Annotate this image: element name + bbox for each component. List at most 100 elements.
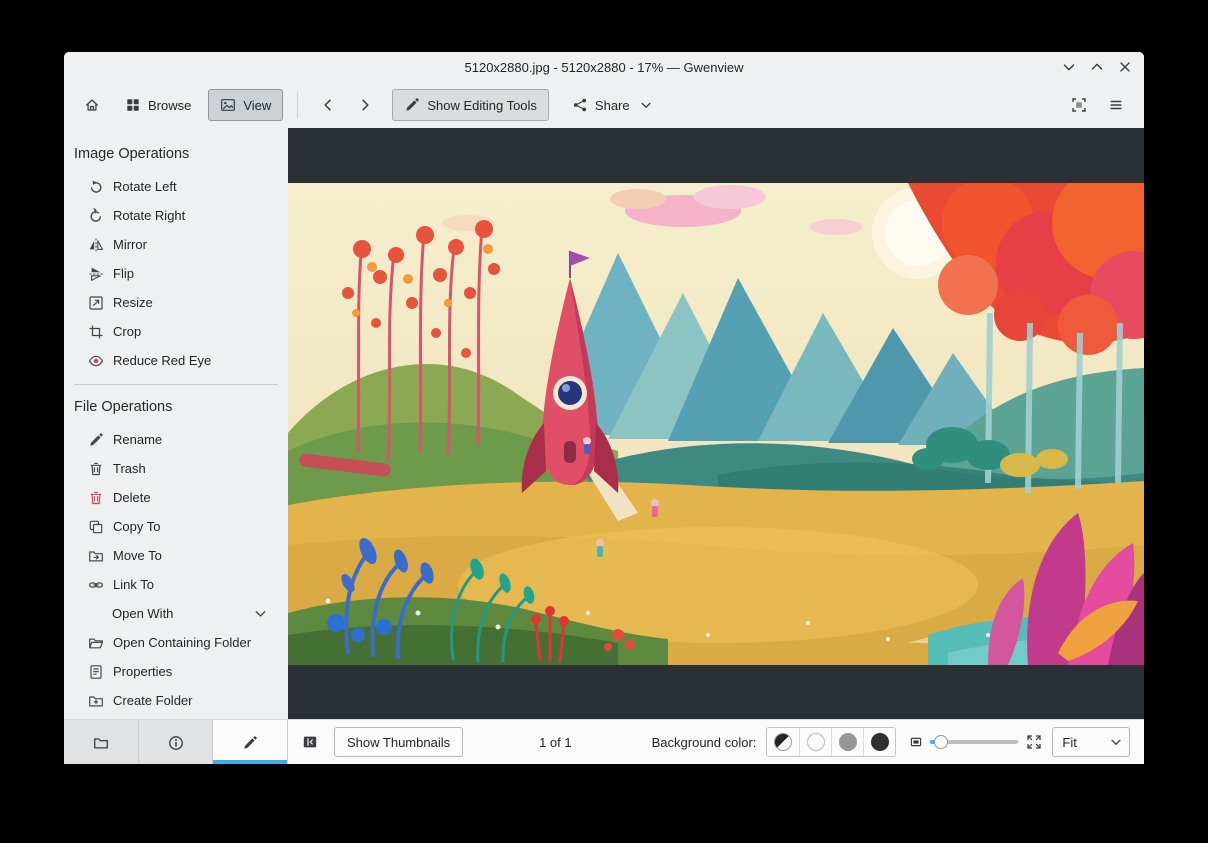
browse-label: Browse bbox=[148, 97, 192, 113]
window-controls bbox=[1060, 52, 1134, 82]
chevron-down-icon bbox=[639, 98, 653, 112]
desktop: 5120x2880.jpg - 5120x2880 - 17% — Gwenvi… bbox=[0, 0, 1208, 843]
pencil-icon bbox=[242, 734, 258, 750]
window-title: 5120x2880.jpg - 5120x2880 - 17% — Gwenvi… bbox=[464, 59, 744, 75]
mirror-icon bbox=[88, 237, 104, 253]
zoom-out-icon[interactable] bbox=[908, 734, 924, 750]
tab-operations[interactable] bbox=[213, 720, 289, 764]
maximize-button[interactable] bbox=[1088, 58, 1106, 76]
show-thumbnails-button[interactable]: Show Thumbnails bbox=[334, 727, 464, 757]
bg-color-gray-swatch bbox=[838, 733, 857, 751]
zoom-mode-value: Fit bbox=[1062, 734, 1077, 750]
info-icon bbox=[168, 734, 184, 750]
sidebar-item-create-folder[interactable]: Create Folder bbox=[64, 686, 288, 715]
show-editing-tools-button[interactable]: Show Editing Tools bbox=[392, 89, 549, 121]
sidebar-item-rotate-right[interactable]: Rotate Right bbox=[64, 201, 288, 230]
bg-color-dark-swatch bbox=[870, 733, 889, 751]
sidebar-item-trash[interactable]: Trash bbox=[64, 454, 288, 483]
view-label: View bbox=[243, 97, 272, 113]
sidebar-tabs bbox=[64, 720, 289, 764]
bg-color-dark-button[interactable] bbox=[863, 728, 895, 756]
chevron-left-icon bbox=[320, 97, 336, 113]
browse-button[interactable]: Browse bbox=[113, 89, 203, 121]
sidebar-item-rotate-left[interactable]: Rotate Left bbox=[64, 172, 288, 201]
sidebar-item-copy-to[interactable]: Copy To bbox=[64, 512, 288, 541]
folder-new-icon bbox=[88, 693, 104, 709]
red-eye-icon bbox=[88, 353, 104, 369]
main-toolbar: Browse View Show Editing Tools Share bbox=[64, 82, 1144, 128]
back-button[interactable] bbox=[312, 89, 344, 121]
page-indicator: 1 of 1 bbox=[539, 734, 572, 750]
folder-open-icon bbox=[88, 635, 104, 651]
minimize-button[interactable] bbox=[1060, 58, 1078, 76]
bg-color-light-swatch bbox=[806, 733, 825, 751]
sidebar-item-delete[interactable]: Delete bbox=[64, 483, 288, 512]
sidebar-item-crop[interactable]: Crop bbox=[64, 317, 288, 346]
move-icon bbox=[88, 548, 104, 564]
rotate-right-icon bbox=[88, 206, 104, 224]
bg-color-auto-swatch bbox=[774, 733, 793, 751]
bottom-bar: Show Thumbnails 1 of 1 Background color: bbox=[64, 719, 1144, 764]
statusbar: Show Thumbnails 1 of 1 Background color: bbox=[288, 720, 1144, 764]
tab-information[interactable] bbox=[138, 720, 214, 764]
gwenview-window: 5120x2880.jpg - 5120x2880 - 17% — Gwenvi… bbox=[64, 52, 1144, 764]
toggle-sidebar-button[interactable] bbox=[296, 728, 324, 756]
share-button[interactable]: Share bbox=[560, 89, 665, 121]
chevron-up-icon bbox=[1089, 59, 1105, 75]
zoom-slider-handle[interactable] bbox=[934, 735, 949, 749]
image-icon bbox=[220, 97, 236, 113]
properties-icon bbox=[88, 664, 104, 680]
file-operations-heading: File Operations bbox=[74, 399, 173, 415]
sidebar-item-resize[interactable]: Resize bbox=[64, 288, 288, 317]
trash-icon bbox=[88, 461, 104, 477]
bg-color-light-button[interactable] bbox=[799, 728, 831, 756]
sidebar-item-move-to[interactable]: Move To bbox=[64, 541, 288, 570]
operations-sidebar: Image Operations Rotate Left Rotate Righ… bbox=[64, 128, 288, 719]
share-icon bbox=[572, 97, 588, 113]
rotate-left-icon bbox=[88, 179, 104, 195]
fit-view-button[interactable] bbox=[1063, 89, 1095, 121]
share-label: Share bbox=[594, 97, 630, 113]
sidebar-item-properties[interactable]: Properties bbox=[64, 657, 288, 686]
close-icon bbox=[1117, 59, 1133, 75]
sidebar-separator bbox=[74, 384, 278, 385]
chevron-down-icon bbox=[1061, 59, 1077, 75]
show-editing-tools-label: Show Editing Tools bbox=[427, 97, 537, 113]
delete-icon bbox=[88, 490, 104, 506]
bg-color-auto-button[interactable] bbox=[767, 728, 799, 756]
image-artwork bbox=[288, 182, 1144, 665]
forward-button[interactable] bbox=[349, 89, 381, 121]
menu-button[interactable] bbox=[1100, 89, 1132, 121]
image-view-canvas[interactable] bbox=[288, 128, 1144, 719]
sidebar-item-flip[interactable]: Flip bbox=[64, 259, 288, 288]
zoom-mode-select[interactable]: Fit bbox=[1052, 727, 1131, 757]
browse-grid-icon bbox=[125, 97, 141, 113]
panel-toggle-icon bbox=[302, 734, 318, 750]
zoom-slider[interactable] bbox=[930, 732, 1019, 752]
titlebar[interactable]: 5120x2880.jpg - 5120x2880 - 17% — Gwenvi… bbox=[64, 52, 1144, 82]
chevron-right-icon bbox=[357, 97, 373, 113]
image-operations-heading: Image Operations bbox=[74, 146, 190, 162]
toolbar-separator bbox=[297, 92, 299, 118]
home-icon bbox=[84, 97, 100, 113]
sidebar-item-open-containing-folder[interactable]: Open Containing Folder bbox=[64, 628, 288, 657]
sidebar-item-reduce-red-eye[interactable]: Reduce Red Eye bbox=[64, 346, 288, 375]
sidebar-item-link-to[interactable]: Link To bbox=[64, 570, 288, 599]
flip-icon bbox=[88, 266, 104, 282]
home-button[interactable] bbox=[76, 89, 108, 121]
folder-icon bbox=[93, 734, 109, 750]
rename-icon bbox=[88, 432, 104, 448]
zoom-fit-icon[interactable] bbox=[1026, 734, 1042, 750]
close-button[interactable] bbox=[1116, 58, 1134, 76]
tab-folders[interactable] bbox=[64, 720, 139, 764]
sidebar-item-rename[interactable]: Rename bbox=[64, 425, 288, 454]
hamburger-icon bbox=[1108, 97, 1124, 113]
pencil-icon bbox=[404, 97, 420, 113]
bg-color-gray-button[interactable] bbox=[831, 728, 863, 756]
sidebar-item-open-with[interactable]: Open With bbox=[64, 599, 288, 628]
chevron-down-icon bbox=[253, 606, 268, 621]
fit-frame-icon bbox=[1071, 97, 1087, 113]
sidebar-item-mirror[interactable]: Mirror bbox=[64, 230, 288, 259]
chevron-down-icon bbox=[1109, 735, 1123, 749]
view-button[interactable]: View bbox=[208, 89, 284, 121]
